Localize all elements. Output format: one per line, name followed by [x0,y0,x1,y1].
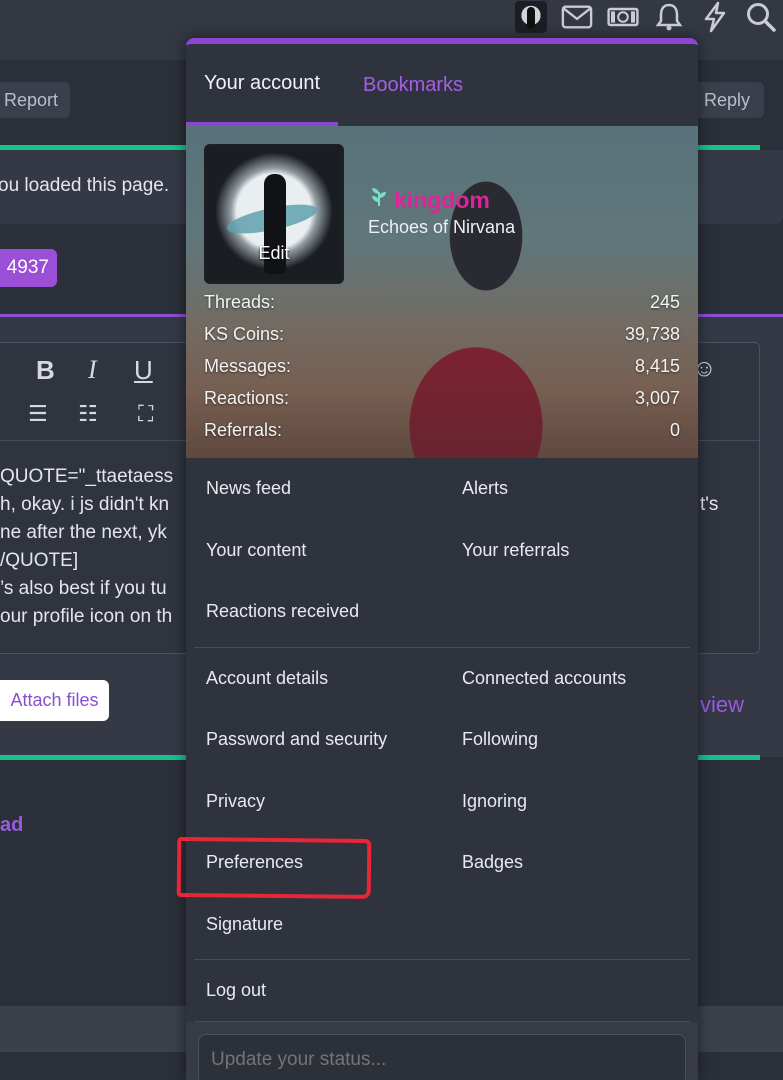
menu-group-account: Account details Connected accounts Passw… [194,648,690,960]
editor-line: /QUOTE] [0,550,79,571]
menu-item-reactions-received[interactable]: Reactions received [194,581,450,643]
stat-value[interactable]: 0 [670,420,680,441]
stat-value[interactable]: 39,738 [625,324,680,345]
menu-item-your-referrals[interactable]: Your referrals [450,520,690,582]
list-icon[interactable]: ☷ [78,401,98,427]
attach-files-button[interactable]: Attach files [0,680,109,721]
align-icon[interactable]: ☰ [28,401,48,427]
reply-label: Reply [704,89,751,110]
tag-badge: 4937 [0,249,57,287]
menu-item-following[interactable]: Following [450,709,690,771]
divider [696,755,760,760]
attach-label: Attach files [10,690,99,710]
notice-text: ou loaded this page. [0,175,170,196]
stat-row: Messages: 8,415 [204,350,680,382]
stat-label: Reactions: [204,387,290,408]
menu-item-your-content[interactable]: Your content [194,520,450,582]
menu-group-activity: News feed Alerts Your content Your refer… [194,458,690,648]
menu-links: News feed Alerts Your content Your refer… [186,458,698,1022]
avatar-icon[interactable] [515,1,547,33]
status-area [186,1022,698,1080]
menu-item-news-feed[interactable]: News feed [194,458,450,520]
menu-item-password-security[interactable]: Password and security [194,709,450,771]
stat-row: KS Coins: 39,738 [204,318,680,350]
account-menu: Your account Bookmarks Edit kingdom Echo… [186,38,698,1080]
menu-item-privacy[interactable]: Privacy [194,771,450,833]
leaf-icon [368,186,390,214]
stat-row: Threads: 245 [204,286,680,318]
username[interactable]: kingdom [368,186,490,214]
stat-label: Referrals: [204,419,283,440]
editor-line: h, okay. i js didn't kn [0,494,170,515]
envelope-icon[interactable] [561,1,593,33]
stat-label: Threads: [204,291,276,312]
menu-item-signature[interactable]: Signature [194,894,450,956]
editor-line: ne after the next, yk [0,522,167,543]
money-icon[interactable] [607,1,639,33]
report-label: Report [4,89,59,110]
bold-icon[interactable]: B [36,355,55,386]
tab-bookmarks[interactable]: Bookmarks [345,44,481,126]
stat-row: Referrals: 0 [204,414,680,446]
menu-item-connected-accounts[interactable]: Connected accounts [450,648,690,710]
menu-tabs: Your account Bookmarks [186,44,698,126]
stat-value[interactable]: 3,007 [635,388,680,409]
tag-text: 4937 [6,257,49,278]
user-title: Echoes of Nirvana [368,217,516,237]
edit-avatar-label[interactable]: Edit [206,243,342,264]
stat-label: Messages: [204,355,292,376]
divider [0,755,190,760]
reply-button[interactable]: Reply [692,82,764,118]
menu-item-ignoring[interactable]: Ignoring [450,771,690,833]
annotation-highlight [176,836,372,900]
editor-line: QUOTE="_ttaetaess [0,466,174,487]
stat-value[interactable]: 245 [650,292,680,313]
search-icon[interactable] [745,1,777,33]
menu-item-alerts[interactable]: Alerts [450,458,690,520]
menu-item-account-details[interactable]: Account details [194,648,450,710]
underline-icon[interactable]: U [134,355,153,386]
nav-icons [515,0,777,34]
status-input[interactable] [198,1034,686,1080]
thread-link[interactable]: ad [0,814,23,837]
editor-line: t's [700,494,719,515]
stat-label: KS Coins: [204,323,285,344]
username-text: kingdom [394,186,490,213]
bolt-icon[interactable] [699,1,731,33]
stat-value[interactable]: 8,415 [635,356,680,377]
profile-stats: Threads: 245 KS Coins: 39,738 Messages: 8,4… [204,286,680,446]
tab-your-account[interactable]: Your account [186,44,339,126]
report-button[interactable]: Report [0,82,71,118]
stat-row: Reactions: 3,007 [204,382,680,414]
preview-link[interactable]: view [700,692,744,718]
fullscreen-icon[interactable]: ⛶ [138,401,153,427]
menu-item-badges[interactable]: Badges [450,832,690,894]
profile-avatar[interactable]: Edit [204,144,344,284]
editor-line: our profile icon on th [0,606,173,627]
menu-item-log-out[interactable]: Log out [194,960,690,1022]
italic-icon[interactable]: I [88,355,97,385]
editor-line: ’s also best if you tu [0,578,167,599]
bell-icon[interactable] [653,1,685,33]
profile-banner: Edit kingdom Echoes of Nirvana Threads: 2… [186,126,698,458]
